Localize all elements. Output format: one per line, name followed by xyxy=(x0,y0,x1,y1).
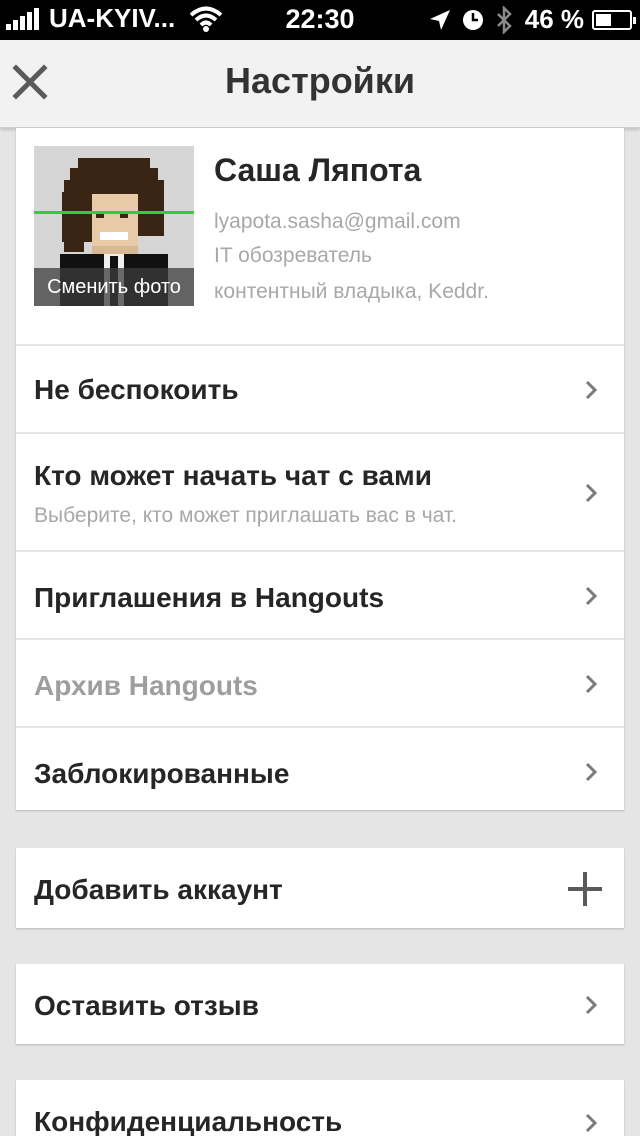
chevron-right-icon xyxy=(585,762,598,782)
feedback-item[interactable]: Оставить отзыв xyxy=(16,964,624,1044)
who-can-chat-label: Кто может начать чат с вами xyxy=(34,460,432,491)
chevron-right-icon xyxy=(585,380,598,400)
settings-card: Сменить фото Саша Ляпота lyapota.sasha@g… xyxy=(16,128,624,810)
profile-section: Сменить фото Саша Ляпота lyapota.sasha@g… xyxy=(16,128,624,344)
alarm-clock-icon xyxy=(462,9,483,30)
privacy-label: Конфиденциальность xyxy=(34,1106,343,1136)
location-arrow-icon xyxy=(429,9,450,30)
avatar[interactable]: Сменить фото xyxy=(34,146,194,306)
page-title: Настройки xyxy=(225,60,415,101)
battery-icon xyxy=(592,9,636,30)
battery-percent: 46 % xyxy=(524,4,584,34)
hangouts-invites-label: Приглашения в Hangouts xyxy=(34,582,385,613)
change-photo-button[interactable]: Сменить фото xyxy=(34,268,194,306)
feedback-label: Оставить отзыв xyxy=(34,990,259,1021)
chevron-right-icon xyxy=(585,1113,598,1133)
hangouts-archive-label: Архив Hangouts xyxy=(34,670,258,701)
status-bar: UA-KYIV... 22:30 46 % xyxy=(0,0,640,40)
add-account-item[interactable]: Добавить аккаунт xyxy=(16,848,624,928)
plus-icon xyxy=(568,872,602,906)
chevron-right-icon xyxy=(585,995,598,1015)
profile-description: контентный владыка, Keddr. xyxy=(214,280,489,303)
chevron-right-icon xyxy=(585,483,598,503)
who-can-chat-item[interactable]: Кто может начать чат с вами Выберите, кт… xyxy=(16,432,624,550)
blocked-label: Заблокированные xyxy=(34,758,290,789)
blocked-item[interactable]: Заблокированные xyxy=(16,726,624,810)
bluetooth-icon xyxy=(496,5,512,34)
who-can-chat-description: Выберите, кто может приглашать вас в чат… xyxy=(34,504,457,527)
app-header: Настройки xyxy=(0,40,640,128)
chevron-right-icon xyxy=(585,586,598,606)
hangouts-invites-item[interactable]: Приглашения в Hangouts xyxy=(16,550,624,638)
privacy-item[interactable]: Конфиденциальность xyxy=(16,1080,624,1136)
profile-name: Саша Ляпота xyxy=(214,152,422,188)
do-not-disturb-label: Не беспокоить xyxy=(34,374,239,405)
hangouts-archive-item[interactable]: Архив Hangouts xyxy=(16,638,624,726)
do-not-disturb-item[interactable]: Не беспокоить xyxy=(16,344,624,432)
chevron-right-icon xyxy=(585,674,598,694)
profile-title: IT обозреватель xyxy=(214,244,372,267)
add-account-label: Добавить аккаунт xyxy=(34,874,283,905)
profile-email: lyapota.sasha@gmail.com xyxy=(214,210,461,233)
